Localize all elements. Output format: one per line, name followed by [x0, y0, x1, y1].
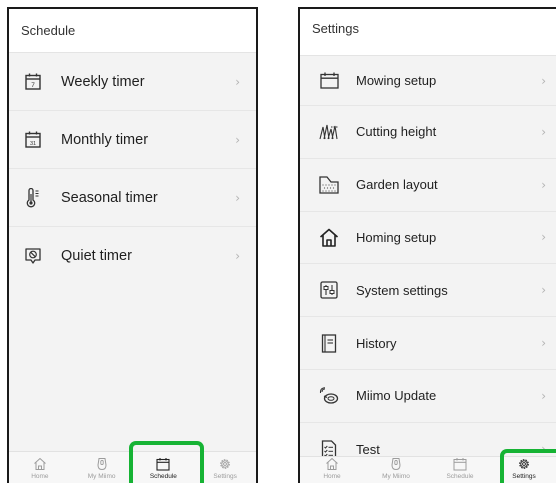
system-settings-item[interactable]: System settings › [300, 264, 556, 318]
chevron-right-icon: › [541, 73, 546, 88]
chevron-right-icon: › [541, 177, 546, 192]
tab-schedule-label: Schedule [149, 473, 177, 480]
miimo-update-item[interactable]: Miimo Update › [300, 370, 556, 423]
chevron-right-icon: › [235, 249, 240, 263]
garden-layout-label: Garden layout [356, 177, 438, 193]
tab-schedule-label: Schedule [446, 473, 474, 480]
svg-text:7: 7 [31, 82, 35, 89]
bottom-tab-bar: Home My Miimo Schedule Settings [9, 451, 256, 483]
quiet-timer-label: Quiet timer [61, 248, 132, 264]
chevron-right-icon: › [541, 124, 546, 139]
calendar-icon [318, 70, 340, 92]
bottom-tab-bar: Home My Miimo Schedule Settings [300, 456, 556, 483]
tab-settings[interactable]: Settings [492, 457, 556, 483]
calendar-icon [156, 457, 170, 471]
monthly-timer-label: Monthly timer [61, 131, 149, 148]
tab-my-miimo[interactable]: My Miimo [364, 457, 428, 483]
home-icon [325, 457, 339, 471]
test-label: Test [356, 441, 380, 457]
quiet-icon [22, 245, 44, 267]
tab-home[interactable]: Home [300, 457, 364, 483]
settings-list: Mowing setup › Cutting height › Garden l… [300, 56, 556, 476]
chevron-right-icon: › [541, 442, 546, 457]
gear-icon [218, 457, 232, 471]
tab-my-miimo[interactable]: My Miimo [71, 452, 133, 483]
page-title: Schedule [21, 23, 76, 38]
tab-my-miimo-label: My Miimo [382, 473, 410, 480]
cutting-height-label: Cutting height [356, 124, 437, 140]
tab-schedule[interactable]: Schedule [133, 452, 195, 483]
seasonal-timer-item[interactable]: Seasonal timer › [9, 169, 256, 227]
settings-screen: Settings Mowing setup › Cutting height ›… [298, 7, 556, 483]
chevron-right-icon: › [541, 230, 546, 245]
tab-schedule[interactable]: Schedule [428, 457, 492, 483]
history-book-icon [318, 332, 340, 354]
cutting-height-item[interactable]: Cutting height › [300, 106, 556, 159]
tab-settings-label: Settings [512, 473, 536, 480]
seasonal-timer-label: Seasonal timer [61, 189, 158, 206]
settings-title-bar: Settings [300, 9, 556, 56]
schedule-title-bar: Schedule [9, 9, 256, 53]
chevron-right-icon: › [541, 283, 546, 298]
tab-my-miimo-label: My Miimo [87, 473, 116, 480]
history-item[interactable]: History › [300, 317, 556, 370]
tab-settings[interactable]: Settings [194, 452, 256, 483]
chevron-right-icon: › [235, 74, 240, 89]
quiet-timer-item[interactable]: Quiet timer › [9, 227, 256, 285]
tab-home-label: Home [31, 473, 49, 480]
calendar-icon [453, 457, 467, 471]
mower-icon [95, 457, 109, 471]
mower-icon [389, 457, 403, 471]
homing-setup-item[interactable]: Homing setup › [300, 212, 556, 265]
chevron-right-icon: › [541, 336, 546, 351]
weekly-calendar-icon: 7 [22, 71, 44, 93]
garden-layout-icon [318, 174, 340, 196]
weekly-timer-item[interactable]: 7 Weekly timer › [9, 53, 256, 111]
grass-icon [318, 121, 340, 143]
home-icon [33, 457, 47, 471]
monthly-timer-item[interactable]: 31 Monthly timer › [9, 111, 256, 169]
update-icon [318, 385, 340, 407]
home-icon [318, 226, 340, 248]
chevron-right-icon: › [235, 132, 240, 147]
schedule-screen: Schedule 7 Weekly timer › 31 Monthly tim… [7, 7, 258, 483]
svg-text:31: 31 [30, 141, 36, 147]
chevron-right-icon: › [541, 388, 546, 403]
mowing-setup-label: Mowing setup [356, 73, 437, 88]
system-settings-icon [318, 279, 340, 301]
mowing-setup-item[interactable]: Mowing setup › [300, 56, 556, 106]
monthly-calendar-icon: 31 [22, 129, 44, 151]
tab-settings-label: Settings [213, 473, 237, 480]
schedule-list: 7 Weekly timer › 31 Monthly timer › Seas… [9, 53, 256, 285]
tab-home[interactable]: Home [9, 452, 71, 483]
gear-icon [517, 457, 531, 471]
miimo-update-label: Miimo Update [356, 388, 437, 404]
system-settings-label: System settings [356, 282, 448, 298]
history-label: History [356, 335, 397, 351]
homing-setup-label: Homing setup [356, 229, 437, 245]
tab-home-label: Home [323, 473, 341, 480]
page-title: Settings [312, 20, 359, 36]
weekly-timer-label: Weekly timer [61, 73, 145, 90]
thermometer-icon [22, 187, 44, 209]
chevron-right-icon: › [235, 190, 240, 205]
garden-layout-item[interactable]: Garden layout › [300, 159, 556, 212]
